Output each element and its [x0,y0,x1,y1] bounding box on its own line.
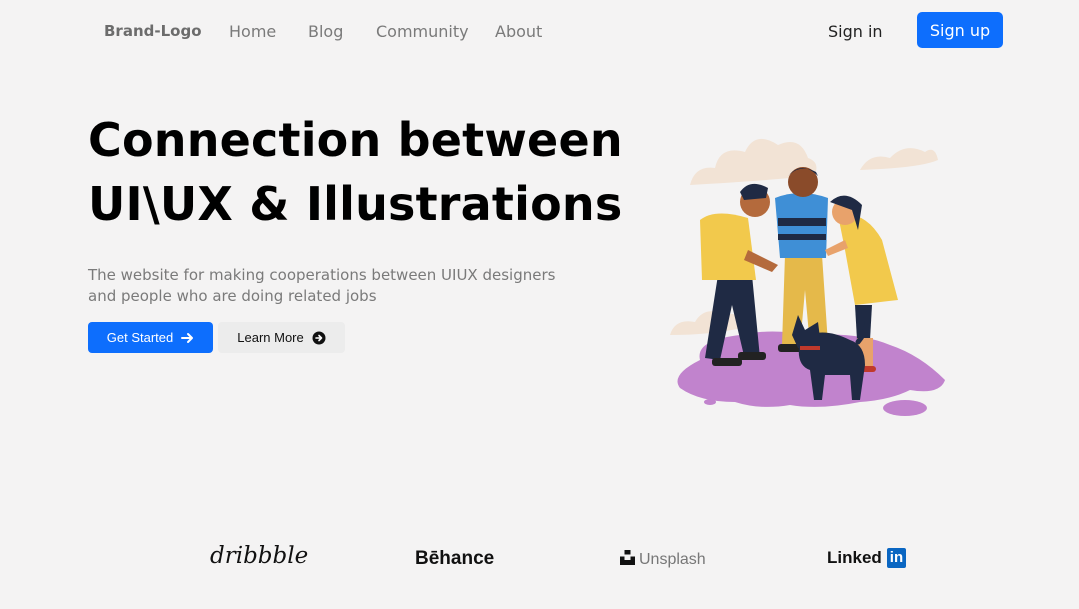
hero-title-line1: Connection between [88,113,623,167]
circle-arrow-right-icon [312,331,326,345]
hero-illustration [660,90,960,430]
sign-up-label: Sign up [929,20,991,40]
hero-title-line2: UI\UX & Illustrations [88,177,623,231]
linkedin-logo[interactable]: Linked in [827,548,907,568]
unsplash-icon [620,550,635,570]
get-started-label: Get Started [106,330,174,345]
learn-more-button[interactable]: Learn More [218,322,345,353]
nav-link-about[interactable]: About [495,22,542,41]
nav-link-community[interactable]: Community [376,22,469,41]
dribbble-wordmark: dribbble [210,543,309,569]
behance-wordmark: Bēhance [415,548,495,569]
sign-up-button[interactable]: Sign up [917,12,1003,48]
nav-link-blog[interactable]: Blog [308,22,343,41]
unsplash-logo[interactable]: Unsplash [620,550,706,570]
nav-link-home[interactable]: Home [229,22,276,41]
learn-more-label: Learn More [237,330,304,345]
navbar: Brand-Logo Home Blog Community About Sig… [0,0,1079,62]
behance-logo[interactable]: Bēhance [415,548,494,570]
dribbble-logo[interactable]: dribbble [210,543,308,569]
hero-title: Connection between UI\UX & Illustrations [88,108,648,236]
arrow-right-icon [181,332,194,344]
unsplash-wordmark: Unsplash [639,551,706,568]
brand-logo[interactable]: Brand-Logo [104,22,202,40]
hero-description: The website for making cooperations betw… [88,266,556,305]
get-started-button[interactable]: Get Started [88,322,213,353]
linkedin-in-badge: in [886,548,907,568]
linkedin-wordmark: Linked [827,548,882,567]
sign-in-link[interactable]: Sign in [828,22,883,41]
